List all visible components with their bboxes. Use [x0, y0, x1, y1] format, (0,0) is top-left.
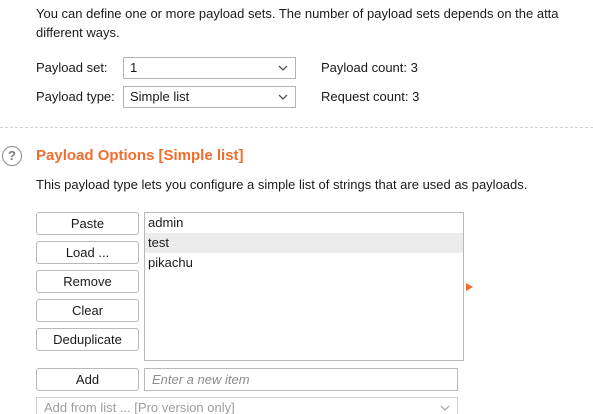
- payload-count-label: Payload count: 3: [321, 58, 418, 77]
- payload-set-label: Payload set:: [36, 60, 108, 75]
- request-count-label: Request count: 3: [321, 87, 419, 106]
- chevron-down-icon: [278, 94, 288, 100]
- section-divider: [0, 127, 593, 128]
- add-from-list-value: Add from list ... [Pro version only]: [44, 400, 235, 414]
- paste-button[interactable]: Paste: [36, 212, 139, 235]
- payload-sets-description: You can define one or more payload sets.…: [36, 4, 593, 42]
- load-button[interactable]: Load ...: [36, 241, 139, 264]
- payload-type-select[interactable]: Simple list: [123, 86, 296, 108]
- help-circle-icon[interactable]: ?: [2, 146, 22, 166]
- request-count-label-text: Request count:: [321, 89, 409, 104]
- payload-count-value: 3: [410, 60, 418, 75]
- chevron-down-icon: [440, 405, 450, 411]
- list-item-selected[interactable]: test: [145, 233, 463, 253]
- payload-set-select[interactable]: 1: [123, 57, 296, 79]
- new-item-input[interactable]: Enter a new item: [144, 368, 458, 391]
- payload-sets-description-line1: You can define one or more payload sets.…: [36, 6, 559, 21]
- payload-set-value: 1: [130, 60, 138, 75]
- list-item[interactable]: pikachu: [145, 253, 463, 273]
- add-button[interactable]: Add: [36, 368, 139, 391]
- payload-list[interactable]: admin test pikachu: [144, 212, 464, 361]
- list-item[interactable]: admin: [145, 213, 463, 233]
- payload-type-value: Simple list: [130, 89, 190, 104]
- payload-options-description: This payload type lets you configure a s…: [36, 177, 528, 192]
- add-from-list-select[interactable]: Add from list ... [Pro version only]: [36, 397, 458, 414]
- chevron-down-icon: [278, 65, 288, 71]
- remove-button[interactable]: Remove: [36, 270, 139, 293]
- deduplicate-button[interactable]: Deduplicate: [36, 328, 139, 351]
- intruder-payloads-panel: You can define one or more payload sets.…: [0, 0, 593, 414]
- clear-button[interactable]: Clear: [36, 299, 139, 322]
- request-count-value: 3: [412, 89, 420, 104]
- payload-options-title: Payload Options [Simple list]: [36, 147, 244, 164]
- payload-type-label: Payload type:: [36, 89, 115, 104]
- play-arrow-icon: [466, 283, 473, 291]
- payload-count-label-text: Payload count:: [321, 60, 408, 75]
- payload-sets-description-line2: different ways.: [36, 25, 120, 40]
